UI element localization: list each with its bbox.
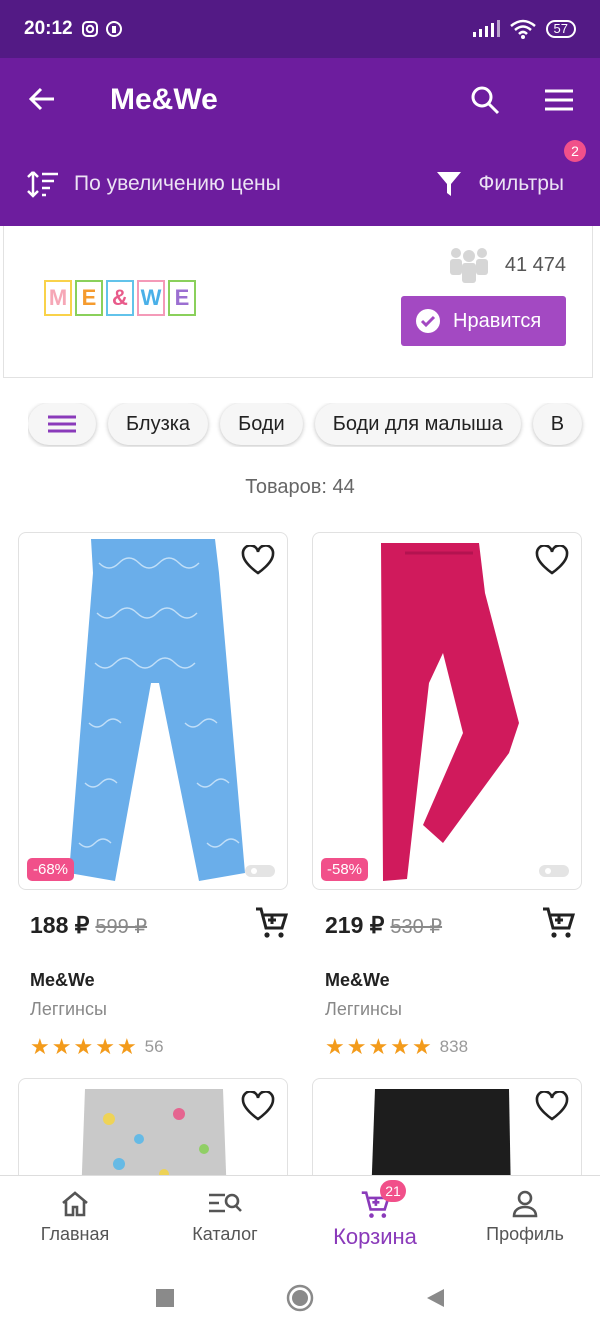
old-price: 599 ₽ <box>95 916 148 938</box>
app-bar: Me&We <box>0 58 600 142</box>
home-icon <box>62 1191 88 1217</box>
star-icon: ★ <box>73 1034 94 1059</box>
old-price: 530 ₽ <box>390 916 443 938</box>
product-card-image[interactable]: -68% <box>18 532 288 890</box>
group-icon <box>449 248 488 283</box>
image-pager-dots <box>245 865 275 877</box>
hamburger-icon <box>48 415 76 433</box>
nav-cart[interactable]: 21 Корзина <box>300 1176 450 1263</box>
star-icon: ★ <box>411 1034 432 1059</box>
star-icon: ★ <box>30 1034 50 1059</box>
star-icon: ★ <box>325 1034 345 1059</box>
nav-catalog-label: Каталог <box>192 1224 258 1244</box>
status-bar: 20:12 57 <box>0 0 600 58</box>
star-icon: ★ <box>51 1034 72 1059</box>
discount-badge: -58% <box>321 858 369 881</box>
hotspot-icon <box>105 21 122 37</box>
back-system-button[interactable] <box>424 1287 446 1309</box>
bottom-navigation: Главная Каталог 21 Корзина Профиль <box>0 1175 600 1263</box>
menu-button[interactable] <box>522 89 596 111</box>
catalog-search-icon <box>209 1193 242 1213</box>
clock: 20:12 <box>24 18 73 39</box>
rating-count: 56 <box>144 1037 164 1056</box>
sort-label: По увеличению цены <box>74 172 281 195</box>
search-icon <box>471 86 500 115</box>
system-navigation <box>0 1263 600 1332</box>
nav-home-label: Главная <box>40 1224 110 1244</box>
product-count: Товаров: 44 <box>245 476 355 498</box>
home-system-button[interactable] <box>286 1284 314 1312</box>
star-icon: ★ <box>368 1034 389 1059</box>
page-title: Me&We <box>110 83 218 116</box>
favorite-icon[interactable] <box>535 545 569 575</box>
price: 188 ₽ <box>30 912 90 938</box>
add-to-cart-icon[interactable] <box>254 906 288 940</box>
favorite-icon[interactable] <box>241 545 275 575</box>
nav-catalog[interactable]: Каталог <box>150 1176 300 1263</box>
like-brand-button[interactable]: Нравится <box>401 296 566 346</box>
filter-count-badge: 2 <box>564 140 586 162</box>
product-brand: Me&We <box>325 970 390 990</box>
price-row: 188 ₽599 ₽ <box>30 907 300 942</box>
cart-count-badge: 21 <box>380 1180 406 1202</box>
back-button[interactable] <box>0 81 84 120</box>
rating-count: 838 <box>439 1037 469 1056</box>
nav-home[interactable]: Главная <box>0 1176 150 1263</box>
sort-icon <box>27 171 58 198</box>
brand-card: M E & W E 41 474 Нравится <box>3 226 593 378</box>
nav-profile-label: Профиль <box>486 1224 564 1244</box>
nav-profile[interactable]: Профиль <box>450 1176 600 1263</box>
product-image <box>381 543 519 881</box>
product-category: Леггинсы <box>325 999 402 1019</box>
filter-label: Фильтры <box>478 172 564 195</box>
sort-filter-bar: По увеличению цены Фильтры 2 <box>0 140 600 226</box>
categories-menu-chip[interactable] <box>28 403 96 445</box>
arrow-left-icon <box>28 87 54 110</box>
signal-icon <box>472 20 500 37</box>
followers-number: 41 474 <box>504 253 566 276</box>
like-label: Нравится <box>453 309 542 332</box>
price-row: 219 ₽530 ₽ <box>325 907 595 942</box>
product-image <box>69 539 245 881</box>
check-circle-icon <box>416 309 440 333</box>
chip-bodi[interactable]: Боди <box>220 403 303 445</box>
star-icon: ★ <box>116 1034 137 1059</box>
chip-bodi-dlya-malysha[interactable]: Боди для малыша <box>314 403 521 445</box>
recent-apps-button[interactable] <box>154 1287 176 1309</box>
battery-indicator: 57 <box>545 20 576 38</box>
wifi-icon <box>509 19 536 39</box>
image-pager-dots <box>539 865 569 877</box>
chip-next[interactable]: В <box>532 403 583 445</box>
sort-button[interactable]: По увеличению цены <box>26 170 436 198</box>
add-to-cart-icon[interactable] <box>541 906 575 940</box>
hamburger-icon <box>545 89 573 111</box>
star-icon: ★ <box>390 1034 410 1059</box>
chip-bluzka[interactable]: Блузка <box>108 403 209 445</box>
favorite-icon[interactable] <box>241 1091 275 1121</box>
discount-badge: -68% <box>27 858 75 881</box>
product-info: 219 ₽530 ₽ Me&We Леггинсы ★ ★ ★ ★ ★ 838 <box>325 907 595 1060</box>
brand-logo: M E & W E <box>44 280 196 316</box>
filter-icon <box>437 172 462 196</box>
rating: ★ ★ ★ ★ ★ 56 <box>30 1034 300 1060</box>
product-card-image[interactable]: -58% <box>312 532 582 890</box>
nav-cart-label: Корзина <box>333 1224 417 1249</box>
filter-button[interactable]: Фильтры 2 <box>436 140 586 198</box>
price: 219 ₽ <box>325 912 385 938</box>
product-category: Леггинсы <box>30 999 107 1019</box>
rating: ★ ★ ★ ★ ★ 838 <box>325 1034 595 1060</box>
profile-icon <box>512 1190 538 1218</box>
favorite-icon[interactable] <box>535 1091 569 1121</box>
instagram-icon <box>81 21 98 37</box>
star-icon: ★ <box>346 1034 367 1059</box>
category-chips: Блузка Боди Боди для малыша В <box>28 403 600 447</box>
search-button[interactable] <box>448 85 522 115</box>
followers-count: 41 474 <box>447 246 566 284</box>
star-icon: ★ <box>95 1034 115 1059</box>
product-brand: Me&We <box>30 970 95 990</box>
product-info: 188 ₽599 ₽ Me&We Леггинсы ★ ★ ★ ★ ★ 56 <box>30 907 300 1060</box>
